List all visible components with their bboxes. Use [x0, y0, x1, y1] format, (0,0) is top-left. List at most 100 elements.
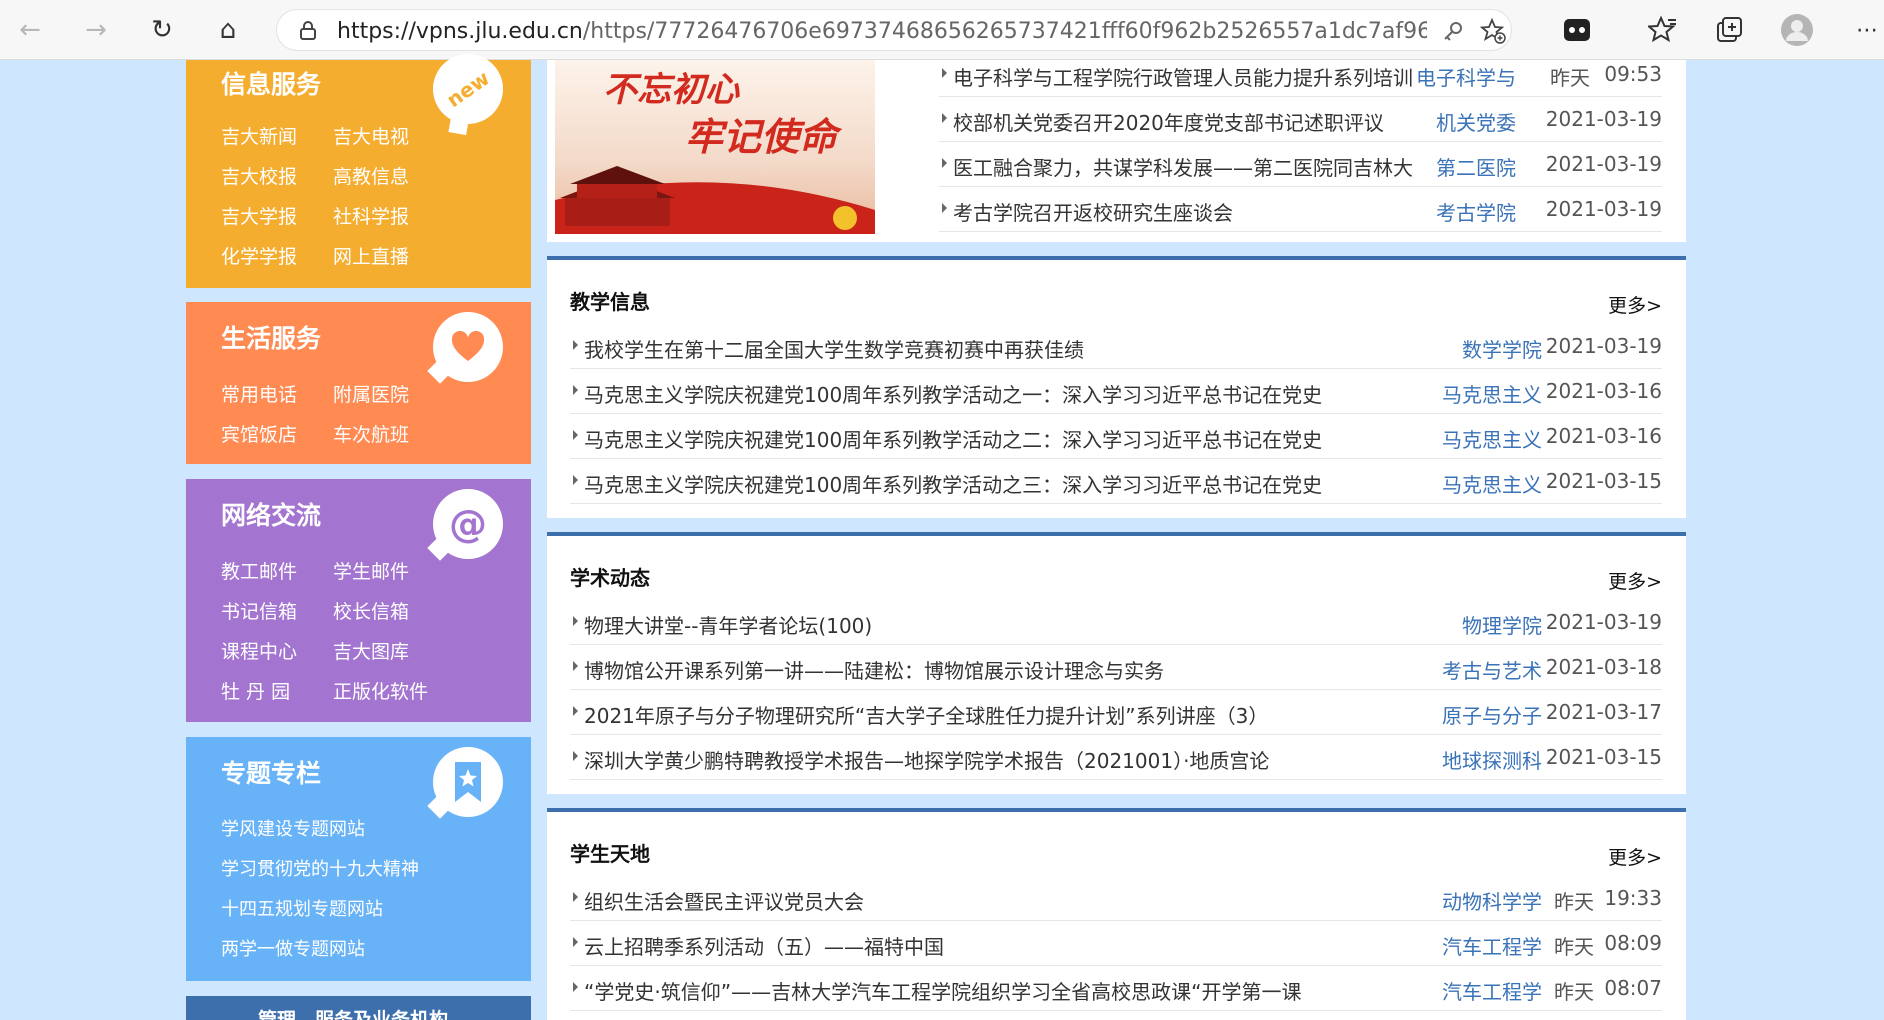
link-president-mailbox[interactable]: 校长信箱 [333, 597, 409, 624]
news-title[interactable]: 博物馆公开课系列第一讲——陆建松：博物馆展示设计理念与实务 [584, 655, 1164, 684]
news-source[interactable]: 原子与分子 [1442, 700, 1542, 729]
news-source[interactable]: 马克思主义 [1442, 424, 1542, 453]
news-title[interactable]: 马克思主义学院庆祝建党100周年系列教学活动之三：深入学习习近平总书记在党史 [584, 469, 1322, 498]
list-item[interactable]: 马克思主义学院庆祝建党100周年系列教学活动之三：深入学习习近平总书记在党史 马… [570, 459, 1662, 504]
news-date: 2021-03-16 [1545, 379, 1662, 403]
list-item[interactable]: 考古学院召开返校研究生座谈会 考古学院 2021-03-19 [939, 187, 1662, 232]
link-two-studies-one-action[interactable]: 两学一做专题网站 [221, 935, 365, 961]
list-item[interactable]: 组织生活会暨民主评议党员大会 动物科学学 昨天 19:33 [570, 876, 1662, 921]
link-phone-numbers[interactable]: 常用电话 [221, 380, 297, 407]
list-item[interactable]: 物理大讲堂--青年学者论坛(100) 物理学院 2021-03-19 [570, 600, 1662, 645]
news-source[interactable]: 动物科学学 [1442, 886, 1542, 915]
link-chemistry-journal[interactable]: 化学学报 [221, 242, 297, 269]
list-item[interactable]: 我校学生在第十二届全国大学生数学竞赛初赛中再获佳绩 数学学院 2021-03-1… [570, 324, 1662, 369]
link-study-style-site[interactable]: 学风建设专题网站 [221, 815, 365, 841]
news-source[interactable]: 考古与艺术 [1442, 655, 1542, 684]
more-menu-icon[interactable]: ⋯ [1851, 14, 1883, 46]
forward-icon[interactable]: → [80, 14, 112, 46]
news-title[interactable]: 深圳大学黄少鹏特聘教授学术报告—地探学院学术报告（2021001）·地质宫论 [584, 745, 1269, 774]
immersive-reader-icon[interactable] [1562, 16, 1592, 48]
list-item[interactable]: 校部机关党委召开2020年度党支部书记述职评议 机关党委 2021-03-19 [939, 97, 1662, 142]
lock-icon[interactable] [297, 19, 319, 41]
sidebar-management-services[interactable]: 管理、服务及业务机构 [186, 996, 531, 1020]
news-source[interactable]: 汽车工程学 [1442, 976, 1542, 1005]
bullet-icon [573, 937, 578, 947]
link-19th-congress-spirit[interactable]: 学习贯彻党的十九大精神 [221, 855, 419, 881]
link-jlu-tv[interactable]: 吉大电视 [333, 122, 409, 149]
network-title: 网络交流 [221, 501, 322, 530]
more-link[interactable]: 更多> [1608, 291, 1662, 318]
news-source[interactable]: 马克思主义 [1442, 379, 1542, 408]
list-item[interactable]: 深圳大学黄少鹏特聘教授学术报告—地探学院学术报告（2021001）·地质宫论 地… [570, 735, 1662, 780]
list-item[interactable]: 马克思主义学院庆祝建党100周年系列教学活动之一：深入学习习近平总书记在党史 马… [570, 369, 1662, 414]
list-item[interactable]: “学党史·筑信仰”——吉林大学汽车工程学院组织学习全省高校思政课“开学第一课 汽… [570, 966, 1662, 1011]
news-title[interactable]: 考古学院召开返校研究生座谈会 [953, 197, 1233, 226]
more-link[interactable]: 更多> [1608, 843, 1662, 870]
more-link[interactable]: 更多> [1608, 567, 1662, 594]
link-peony-garden[interactable]: 牡 丹 园 [221, 677, 290, 704]
link-higher-edu-info[interactable]: 高教信息 [333, 162, 409, 189]
refresh-icon[interactable]: ↻ [146, 14, 178, 46]
news-title[interactable]: 我校学生在第十二届全国大学生数学竞赛初赛中再获佳绩 [584, 334, 1084, 363]
link-student-mail[interactable]: 学生邮件 [333, 557, 409, 584]
news-title[interactable]: “学党史·筑信仰”——吉林大学汽车工程学院组织学习全省高校思政课“开学第一课 [584, 976, 1301, 1005]
link-trains-flights[interactable]: 车次航班 [333, 420, 409, 447]
link-staff-mail[interactable]: 教工邮件 [221, 557, 297, 584]
bullet-icon [942, 68, 947, 78]
list-item[interactable]: 云上招聘季系列活动（五）——福特中国 汽车工程学 昨天 08:09 [570, 921, 1662, 966]
news-title[interactable]: 物理大讲堂--青年学者论坛(100) [584, 610, 872, 639]
list-item[interactable]: 马克思主义学院庆祝建党100周年系列教学活动之二：深入学习习近平总书记在党史 马… [570, 414, 1662, 459]
news-source[interactable]: 汽车工程学 [1442, 931, 1542, 960]
link-hotels[interactable]: 宾馆饭店 [221, 420, 297, 447]
home-icon[interactable]: ⌂ [212, 14, 244, 46]
news-source[interactable]: 第二医院 [1436, 152, 1516, 181]
news-source[interactable]: 马克思主义 [1442, 469, 1542, 498]
address-bar[interactable]: https://vpns.jlu.edu.cn/https/7772647670… [276, 9, 1512, 51]
link-live-broadcast[interactable]: 网上直播 [333, 242, 409, 269]
news-date: 昨天 [1554, 935, 1594, 959]
link-14th-five-year-plan[interactable]: 十四五规划专题网站 [221, 895, 383, 921]
news-title[interactable]: 电子科学与工程学院行政管理人员能力提升系列培训 [953, 62, 1413, 91]
link-licensed-software[interactable]: 正版化软件 [333, 677, 428, 704]
news-title[interactable]: 医工融合聚力，共谋学科发展——第二医院同吉林大 [953, 152, 1413, 181]
news-source[interactable]: 数学学院 [1462, 334, 1542, 363]
add-favorite-icon[interactable] [1479, 17, 1506, 48]
link-affiliated-hospitals[interactable]: 附属医院 [333, 380, 409, 407]
link-social-science-journal[interactable]: 社科学报 [333, 202, 409, 229]
party-banner-image[interactable]: 不忘初心 牢记使命 [555, 60, 875, 234]
url-host: https://vpns.jlu.edu.cn [337, 19, 583, 44]
profile-avatar-icon[interactable] [1780, 13, 1814, 51]
news-title[interactable]: 2021年原子与分子物理研究所“吉大学子全球胜任力提升计划”系列讲座（3） [584, 700, 1268, 729]
list-item[interactable]: 博物馆公开课系列第一讲——陆建松：博物馆展示设计理念与实务 考古与艺术 2021… [570, 645, 1662, 690]
news-source[interactable]: 机关党委 [1436, 107, 1516, 136]
link-jlu-news[interactable]: 吉大新闻 [221, 122, 297, 149]
link-jlu-journal[interactable]: 吉大学报 [221, 202, 297, 229]
link-course-center[interactable]: 课程中心 [221, 637, 297, 664]
info-services-title: 信息服务 [221, 70, 322, 99]
list-item[interactable]: 2021年原子与分子物理研究所“吉大学子全球胜任力提升计划”系列讲座（3） 原子… [570, 690, 1662, 735]
browser-toolbar: ← → ↻ ⌂ https://vpns.jlu.edu.cn/https/77… [0, 0, 1884, 60]
link-secretary-mailbox[interactable]: 书记信箱 [221, 597, 297, 624]
news-date: 昨天 [1550, 66, 1590, 90]
news-title[interactable]: 云上招聘季系列活动（五）——福特中国 [584, 931, 944, 960]
news-title[interactable]: 马克思主义学院庆祝建党100周年系列教学活动之一：深入学习习近平总书记在党史 [584, 379, 1322, 408]
news-date: 2021-03-15 [1545, 469, 1662, 493]
back-icon[interactable]: ← [14, 14, 46, 46]
link-jlu-gallery[interactable]: 吉大图库 [333, 637, 409, 664]
new-badge-text: new [442, 65, 494, 113]
news-title[interactable]: 马克思主义学院庆祝建党100周年系列教学活动之二：深入学习习近平总书记在党史 [584, 424, 1322, 453]
url-text[interactable]: https://vpns.jlu.edu.cn/https/7772647670… [337, 19, 1427, 44]
news-source[interactable]: 考古学院 [1436, 197, 1516, 226]
news-title[interactable]: 校部机关党委召开2020年度党支部书记述职评议 [953, 107, 1384, 136]
key-icon[interactable] [1442, 20, 1464, 46]
news-source[interactable]: 地球探测科 [1442, 745, 1542, 774]
link-school-paper[interactable]: 吉大校报 [221, 162, 297, 189]
list-item[interactable]: 电子科学与工程学院行政管理人员能力提升系列培训 电子科学与 昨天 09:53 [939, 52, 1662, 97]
collections-icon[interactable] [1715, 16, 1743, 48]
news-source[interactable]: 物理学院 [1462, 610, 1542, 639]
list-item[interactable]: 医工融合聚力，共谋学科发展——第二医院同吉林大 第二医院 2021-03-19 [939, 142, 1662, 187]
favorites-icon[interactable] [1646, 15, 1678, 49]
section-title: 学术动态 [570, 566, 650, 590]
news-source[interactable]: 电子科学与 [1416, 62, 1516, 91]
news-title[interactable]: 组织生活会暨民主评议党员大会 [584, 886, 864, 915]
